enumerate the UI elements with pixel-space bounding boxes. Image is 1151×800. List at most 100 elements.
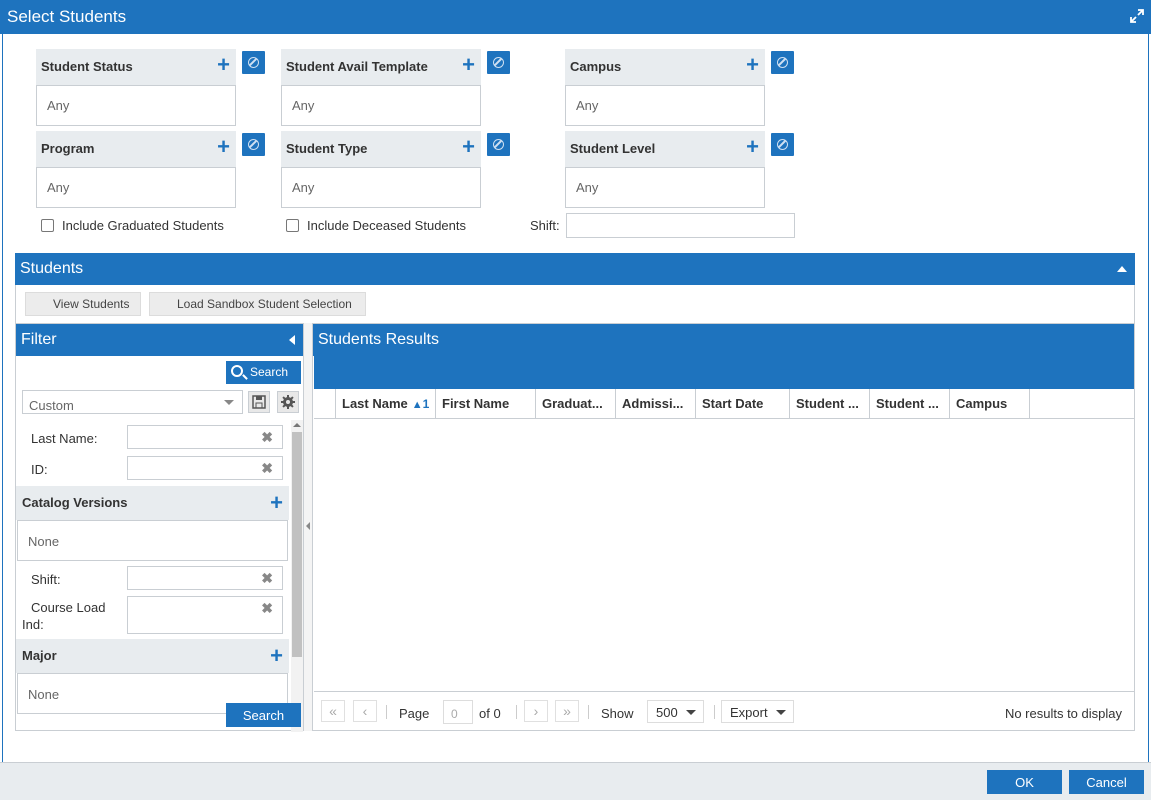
- add-icon[interactable]: +: [270, 490, 283, 516]
- criteria-campus: Campus + Any: [565, 49, 765, 126]
- sort-order: 1: [422, 397, 430, 411]
- clear-icon: [777, 57, 788, 68]
- major-section: Major +: [16, 639, 289, 673]
- search-icon: [231, 365, 243, 377]
- column-header[interactable]: Student ...: [790, 389, 870, 419]
- dialog-body: Student Status + Any Student Avail Templ…: [2, 34, 1149, 762]
- maximize-icon[interactable]: [1129, 8, 1145, 24]
- column-header[interactable]: Admissi...: [616, 389, 696, 419]
- prev-page-icon[interactable]: ‹: [353, 700, 377, 722]
- clear-student-type-button[interactable]: [487, 133, 510, 156]
- criteria-value[interactable]: Any: [281, 167, 481, 208]
- view-students-button[interactable]: View Students: [25, 292, 141, 316]
- save-filter-button[interactable]: [248, 391, 270, 413]
- clear-program-button[interactable]: [242, 133, 265, 156]
- filter-scrollbar[interactable]: [291, 420, 303, 732]
- load-sandbox-selection-button[interactable]: Load Sandbox Student Selection: [149, 292, 366, 316]
- checkbox[interactable]: [41, 219, 54, 232]
- clear-campus-button[interactable]: [771, 51, 794, 74]
- add-icon[interactable]: +: [462, 136, 475, 158]
- add-icon[interactable]: +: [746, 136, 759, 158]
- add-icon[interactable]: +: [270, 643, 283, 669]
- checkbox[interactable]: [286, 219, 299, 232]
- cancel-button[interactable]: Cancel: [1069, 770, 1144, 794]
- add-icon[interactable]: +: [217, 54, 230, 76]
- filter-title: Filter: [21, 331, 57, 348]
- scroll-up-icon[interactable]: [293, 423, 301, 427]
- clear-student-avail-template-button[interactable]: [487, 51, 510, 74]
- catalog-versions-value[interactable]: None: [17, 520, 288, 561]
- add-icon[interactable]: +: [746, 54, 759, 76]
- clear-icon[interactable]: ✖: [261, 429, 273, 446]
- collapse-left-icon[interactable]: [289, 335, 295, 345]
- shift-input[interactable]: [566, 213, 795, 238]
- column-header[interactable]: Last Name ▲1: [336, 389, 436, 419]
- results-panel: Students Results Last Name ▲1 First Name …: [312, 323, 1135, 731]
- clear-student-level-button[interactable]: [771, 133, 794, 156]
- scrollbar-thumb[interactable]: [292, 432, 302, 657]
- criteria-label: Student Type: [286, 141, 368, 156]
- criteria-student-level: Student Level + Any: [565, 131, 765, 208]
- column-header[interactable]: Graduat...: [536, 389, 616, 419]
- filter-shift-input[interactable]: ✖: [127, 566, 283, 590]
- field-label: Shift:: [31, 572, 61, 587]
- chevron-down-icon: [224, 400, 234, 405]
- ok-button[interactable]: OK: [987, 770, 1062, 794]
- export-label: Export: [730, 705, 768, 720]
- field-label: ID:: [31, 462, 48, 477]
- field-label-continued: Ind:: [22, 617, 44, 632]
- filter-row-last-name: Last Name: ✖: [16, 424, 289, 450]
- include-deceased-checkbox[interactable]: Include Deceased Students: [286, 218, 466, 233]
- first-page-icon[interactable]: «: [321, 700, 345, 722]
- column-header[interactable]: Campus: [950, 389, 1030, 419]
- column-header[interactable]: Student ...: [870, 389, 950, 419]
- criteria-value[interactable]: Any: [36, 85, 236, 126]
- search-button[interactable]: Search: [226, 361, 301, 384]
- grid-toolbar: [314, 356, 1134, 389]
- id-input[interactable]: ✖: [127, 456, 283, 480]
- field-label: Course Load: [31, 600, 106, 615]
- clear-icon[interactable]: ✖: [261, 570, 273, 587]
- column-header-label: Last Name: [342, 396, 408, 411]
- add-icon[interactable]: +: [462, 54, 475, 76]
- next-page-icon[interactable]: ›: [524, 700, 548, 722]
- criteria-value[interactable]: Any: [565, 167, 765, 208]
- filter-row-course-load: Course Load Ind: ✖: [16, 596, 289, 636]
- grid-body: [314, 420, 1134, 692]
- students-section-header: Students: [15, 253, 1135, 285]
- results-title: Students Results: [318, 331, 439, 348]
- filter-row-shift: Shift: ✖: [16, 565, 289, 591]
- column-header[interactable]: First Name: [436, 389, 536, 419]
- clear-icon[interactable]: ✖: [261, 460, 273, 477]
- results-header: Students Results: [313, 324, 1134, 356]
- course-load-input[interactable]: ✖: [127, 596, 283, 634]
- criteria-label: Student Avail Template: [286, 59, 428, 74]
- last-page-icon[interactable]: »: [555, 700, 579, 722]
- checkbox-label: Include Deceased Students: [307, 218, 466, 233]
- page-size-select[interactable]: 500: [647, 700, 704, 723]
- page-input[interactable]: 0: [443, 700, 473, 724]
- clear-icon: [777, 139, 788, 150]
- chevron-down-icon: [686, 710, 696, 715]
- criteria-value[interactable]: Any: [36, 167, 236, 208]
- column-header[interactable]: Start Date: [696, 389, 790, 419]
- criteria-value[interactable]: Any: [565, 85, 765, 126]
- clear-student-status-button[interactable]: [242, 51, 265, 74]
- include-graduated-checkbox[interactable]: Include Graduated Students: [41, 218, 224, 233]
- export-button[interactable]: Export: [721, 700, 794, 723]
- add-icon[interactable]: +: [217, 136, 230, 158]
- clear-icon: [248, 57, 259, 68]
- criteria-value[interactable]: Any: [281, 85, 481, 126]
- filter-settings-button[interactable]: [277, 391, 299, 413]
- filter-fields-scroll: Last Name: ✖ ID: ✖ Catalog Versions + No…: [16, 420, 303, 732]
- filter-preset-select[interactable]: Custom: [22, 390, 243, 414]
- last-name-input[interactable]: ✖: [127, 425, 283, 449]
- students-toolbar: View Students Load Sandbox Student Selec…: [15, 285, 1135, 323]
- column-header-select[interactable]: [314, 389, 336, 419]
- filter-search-button[interactable]: Search: [226, 703, 301, 727]
- collapse-icon[interactable]: [1117, 266, 1127, 272]
- gear-icon: [281, 395, 295, 409]
- collapse-left-icon[interactable]: [306, 522, 310, 530]
- clear-icon[interactable]: ✖: [261, 600, 273, 617]
- panel-splitter[interactable]: [304, 323, 312, 731]
